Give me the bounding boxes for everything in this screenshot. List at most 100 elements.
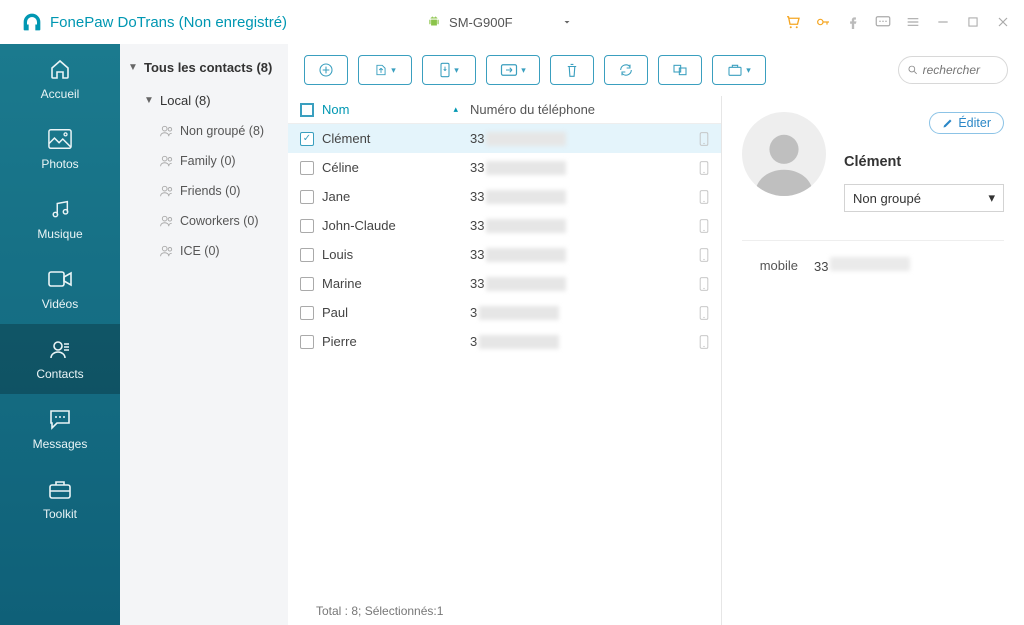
group-select[interactable]: Non groupé ▾ xyxy=(844,184,1004,212)
maximize-icon[interactable] xyxy=(964,13,982,31)
people-icon xyxy=(160,245,174,257)
table-row[interactable]: Marine33 xyxy=(288,269,721,298)
facebook-icon[interactable] xyxy=(844,13,862,31)
tree-group[interactable]: Non groupé (8) xyxy=(120,116,288,146)
tree-group-label: Coworkers (0) xyxy=(180,214,259,228)
cell-name: John-Claude xyxy=(322,218,462,233)
group-tree: ▼ Tous les contacts (8) ▼ Local (8) Non … xyxy=(120,44,288,625)
send-to-device-button[interactable]: ▾ xyxy=(486,55,540,85)
rail-label: Accueil xyxy=(41,87,80,101)
rail-item-home[interactable]: Accueil xyxy=(0,44,120,114)
people-icon xyxy=(160,125,174,137)
titlebar: FonePaw DoTrans (Non enregistré) SM-G900… xyxy=(0,0,1024,44)
rail-item-photos[interactable]: Photos xyxy=(0,114,120,184)
column-name[interactable]: Nom▴ xyxy=(322,102,462,117)
rail-item-contacts[interactable]: Contacts xyxy=(0,324,120,394)
refresh-button[interactable] xyxy=(604,55,648,85)
export-button[interactable]: ▾ xyxy=(358,55,412,85)
tree-all-contacts[interactable]: ▼ Tous les contacts (8) xyxy=(120,52,288,85)
key-icon[interactable] xyxy=(814,13,832,31)
photos-icon xyxy=(48,127,72,151)
close-icon[interactable] xyxy=(994,13,1012,31)
status-bar: Total : 8; Sélectionnés:1 xyxy=(288,597,721,625)
tree-group[interactable]: ICE (0) xyxy=(120,236,288,266)
select-all-checkbox[interactable] xyxy=(300,103,314,117)
rail-item-toolkit[interactable]: Toolkit xyxy=(0,464,120,534)
avatar xyxy=(742,112,826,196)
music-icon xyxy=(48,197,72,221)
delete-button[interactable] xyxy=(550,55,594,85)
tree-group[interactable]: Coworkers (0) xyxy=(120,206,288,236)
rail-item-messages[interactable]: Messages xyxy=(0,394,120,464)
cell-phone: 33 xyxy=(470,276,670,291)
tree-group-label: ICE (0) xyxy=(180,244,220,258)
rail-label: Photos xyxy=(41,157,78,171)
row-checkbox[interactable] xyxy=(300,161,314,175)
add-contact-button[interactable] xyxy=(304,55,348,85)
cell-phone: 3 xyxy=(470,334,670,349)
phone-device-icon xyxy=(699,190,709,204)
row-checkbox[interactable] xyxy=(300,219,314,233)
table-row[interactable]: Céline 33 xyxy=(288,153,721,182)
chevron-down-icon xyxy=(561,16,573,28)
edit-button[interactable]: Éditer xyxy=(929,112,1004,134)
search-input[interactable] xyxy=(923,63,999,77)
pencil-icon xyxy=(942,117,954,129)
cell-name: Céline xyxy=(322,160,462,175)
table-row[interactable]: Jane 33 xyxy=(288,182,721,211)
menu-icon[interactable] xyxy=(904,13,922,31)
import-export-device-button[interactable]: ▾ xyxy=(422,55,476,85)
device-selector[interactable]: SM-G900F xyxy=(407,11,653,34)
table-row[interactable]: Paul3 xyxy=(288,298,721,327)
device-name: SM-G900F xyxy=(449,15,513,30)
tree-local-label: Local (8) xyxy=(160,93,211,108)
table-row[interactable]: ✓Clément33 xyxy=(288,124,721,153)
group-selected-label: Non groupé xyxy=(853,191,921,206)
column-phone[interactable]: Numéro du téléphone xyxy=(470,102,595,117)
table-row[interactable]: Pierre3 xyxy=(288,327,721,356)
messages-icon xyxy=(48,407,72,431)
contact-phone-row: mobile 33 xyxy=(742,257,1004,274)
app-logo-icon xyxy=(22,12,42,32)
caret-down-icon: ▼ xyxy=(128,62,138,73)
caret-down-icon: ▾ xyxy=(988,190,995,206)
cell-phone: 33 xyxy=(470,189,670,204)
contacts-table: Nom▴ Numéro du téléphone ✓Clément33Célin… xyxy=(288,96,722,625)
row-checkbox[interactable] xyxy=(300,277,314,291)
phone-device-icon xyxy=(699,219,709,233)
tree-group-label: Friends (0) xyxy=(180,184,240,198)
people-icon xyxy=(160,185,174,197)
rail-item-videos[interactable]: Vidéos xyxy=(0,254,120,324)
row-checkbox[interactable] xyxy=(300,335,314,349)
merge-button[interactable] xyxy=(658,55,702,85)
content-area: ▾ ▾ ▾ ▾ Nom▴ Numéro du téléphone ✓Clémen… xyxy=(288,44,1024,625)
feedback-icon[interactable] xyxy=(874,13,892,31)
table-row[interactable]: Louis33 xyxy=(288,240,721,269)
titlebar-actions xyxy=(784,13,1012,31)
row-checkbox[interactable] xyxy=(300,190,314,204)
cell-phone: 33 xyxy=(470,160,670,175)
tree-group[interactable]: Family (0) xyxy=(120,146,288,176)
contact-details: Éditer Clément Non groupé ▾ mobile 33 xyxy=(722,96,1024,625)
phone-value: 33 xyxy=(814,257,910,274)
home-icon xyxy=(48,57,72,81)
search-box[interactable] xyxy=(898,56,1008,84)
tree-local[interactable]: ▼ Local (8) xyxy=(120,85,288,116)
tree-group[interactable]: Friends (0) xyxy=(120,176,288,206)
caret-down-icon: ▼ xyxy=(144,95,154,106)
minimize-icon[interactable] xyxy=(934,13,952,31)
cart-icon[interactable] xyxy=(784,13,802,31)
row-checkbox[interactable] xyxy=(300,248,314,262)
row-checkbox[interactable]: ✓ xyxy=(300,132,314,146)
more-button[interactable]: ▾ xyxy=(712,55,766,85)
rail-label: Toolkit xyxy=(43,507,77,521)
rail-item-music[interactable]: Musique xyxy=(0,184,120,254)
app-title: FonePaw DoTrans (Non enregistré) xyxy=(50,14,287,31)
rail-label: Vidéos xyxy=(42,297,78,311)
cell-name: Jane xyxy=(322,189,462,204)
toolbar: ▾ ▾ ▾ ▾ xyxy=(288,44,1024,96)
table-row[interactable]: John-Claude33 xyxy=(288,211,721,240)
android-icon xyxy=(427,15,441,29)
row-checkbox[interactable] xyxy=(300,306,314,320)
cell-name: Paul xyxy=(322,305,462,320)
